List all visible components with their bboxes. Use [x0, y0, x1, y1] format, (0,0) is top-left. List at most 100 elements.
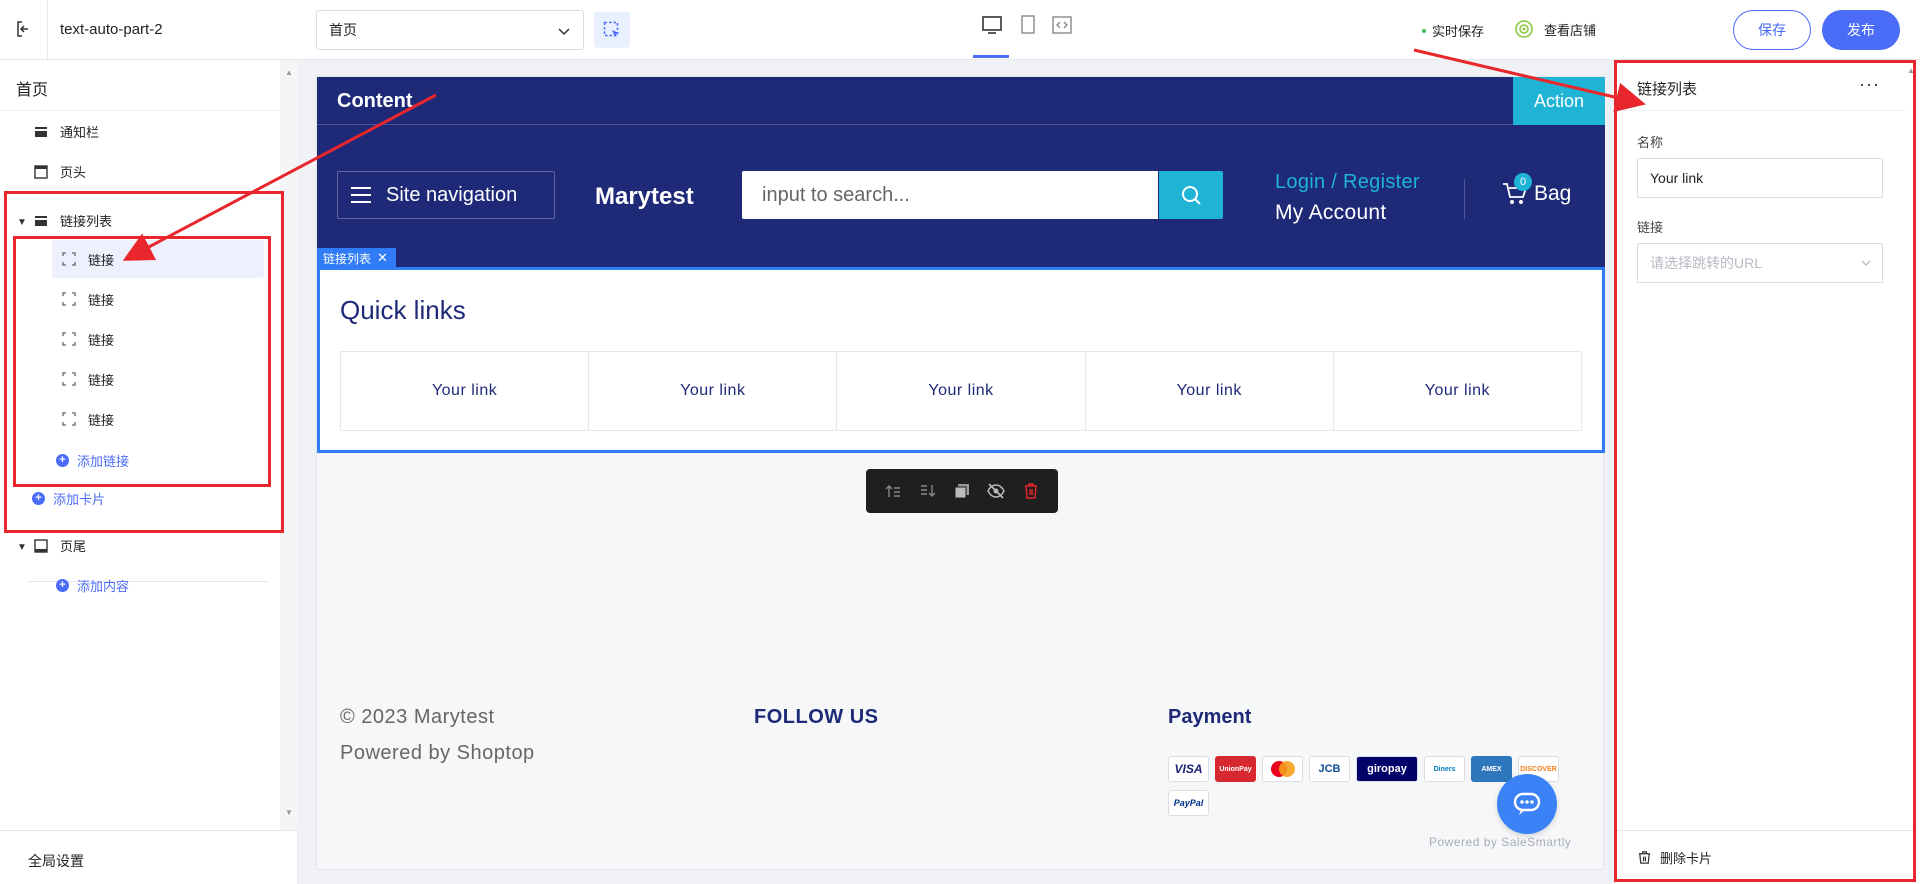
- search-button[interactable]: [1159, 171, 1223, 219]
- sidebar-link-label: 链接: [88, 252, 115, 268]
- add-card-label: 添加卡片: [53, 492, 106, 507]
- trash-icon: [1638, 851, 1651, 864]
- page-preview-canvas: Content Action Site navigation Marytest …: [316, 76, 1605, 870]
- site-navigation-button[interactable]: Site navigation: [337, 171, 555, 219]
- announcement-action-button[interactable]: Action: [1513, 77, 1605, 125]
- jcb-icon: JCB: [1309, 756, 1350, 782]
- store-brand[interactable]: Marytest: [595, 183, 694, 211]
- move-up-icon[interactable]: [881, 479, 905, 503]
- amex-icon: AMEX: [1471, 756, 1512, 782]
- link-list-section[interactable]: Quick links Your link Your link Your lin…: [317, 267, 1605, 453]
- sidebar-link-item-1[interactable]: 链接: [52, 240, 264, 278]
- duplicate-icon[interactable]: [950, 479, 974, 503]
- sidebar-item-footer[interactable]: 页尾: [32, 536, 86, 555]
- quick-link[interactable]: Your link: [341, 352, 590, 430]
- autosave-label: 实时保存: [1432, 24, 1485, 39]
- eye-icon: [1515, 20, 1533, 38]
- code-view-button[interactable]: [1050, 12, 1074, 38]
- dashed-frame-icon: [60, 370, 78, 388]
- caret-down-icon[interactable]: ▼: [17, 542, 27, 553]
- announcement-text: Content: [337, 90, 413, 112]
- exit-editor-button[interactable]: [10, 15, 38, 43]
- announcement-bar[interactable]: Content Action: [317, 77, 1605, 125]
- hide-icon[interactable]: [984, 479, 1008, 503]
- project-name: text-auto-part-2: [60, 21, 163, 38]
- code-icon: [1052, 16, 1072, 34]
- footer-copyright: © 2023 Marytest: [340, 706, 495, 728]
- cart-button[interactable]: 0 Bag: [1502, 173, 1572, 207]
- footer-payment-heading: Payment: [1168, 706, 1252, 728]
- site-nav-label: Site navigation: [386, 183, 518, 206]
- sidebar-item-label: 页尾: [60, 539, 87, 554]
- page-selector-value: 首页: [329, 22, 357, 38]
- name-field-label: 名称: [1637, 135, 1664, 150]
- cursor-select-icon: [603, 21, 619, 37]
- trash-icon[interactable]: [1019, 479, 1043, 503]
- tablet-icon: [1021, 15, 1035, 34]
- sidebar-item-label: 页头: [60, 165, 87, 180]
- search-input[interactable]: input to search...: [742, 171, 1158, 219]
- view-store-label: 查看店铺: [1544, 22, 1597, 38]
- sidebar-link-item-2[interactable]: 链接: [52, 280, 264, 318]
- publish-button[interactable]: 发布: [1822, 10, 1900, 50]
- add-content-button[interactable]: + 添加内容: [56, 576, 129, 595]
- footer-powered-by[interactable]: Powered by Shoptop: [340, 742, 535, 765]
- add-card-button[interactable]: + 添加卡片: [32, 489, 105, 508]
- desktop-view-button[interactable]: [980, 12, 1004, 38]
- sidebar-item-header[interactable]: 页头: [32, 162, 86, 181]
- sidebar-link-item-4[interactable]: 链接: [52, 360, 264, 398]
- selected-block-label: 链接列表: [323, 251, 372, 266]
- search-icon: [1182, 186, 1201, 205]
- delete-card-button[interactable]: 删除卡片: [1615, 830, 1915, 884]
- footer-follow-heading: FOLLOW US: [754, 706, 879, 728]
- active-device-indicator: [973, 55, 1009, 58]
- add-link-button[interactable]: + 添加链接: [56, 451, 129, 470]
- sidebar-link-label: 链接: [88, 292, 115, 308]
- giropay-icon: giropay: [1356, 756, 1418, 782]
- sidebar-item-label: 通知栏: [60, 125, 100, 140]
- move-down-icon[interactable]: [916, 479, 940, 503]
- sidebar-scrollbar[interactable]: ▲ ▼: [280, 60, 298, 830]
- url-select[interactable]: 请选择跳转的URL: [1637, 243, 1883, 283]
- window-icon: [32, 163, 50, 181]
- settings-scrollbar[interactable]: ▲: [1905, 60, 1917, 820]
- quick-links-grid: Your link Your link Your link Your link …: [340, 351, 1582, 431]
- save-button[interactable]: 保存: [1733, 10, 1811, 50]
- window-icon: [32, 537, 50, 555]
- global-settings-button[interactable]: 全局设置: [0, 830, 298, 884]
- login-register-link[interactable]: Login / Register: [1275, 171, 1420, 194]
- dashed-frame-icon: [60, 250, 78, 268]
- more-options-icon[interactable]: ···: [1859, 74, 1880, 95]
- cart-count-badge: 0: [1514, 173, 1532, 191]
- page-selector[interactable]: 首页: [316, 10, 584, 50]
- chevron-down-icon: [1861, 260, 1871, 266]
- store-header[interactable]: Site navigation Marytest input to search…: [317, 125, 1605, 267]
- plus-circle-icon: +: [32, 492, 45, 505]
- tablet-view-button[interactable]: [1016, 12, 1040, 38]
- chat-widget-button[interactable]: [1497, 774, 1557, 834]
- paypal-icon: PayPal: [1168, 790, 1209, 816]
- quick-link[interactable]: Your link: [1334, 352, 1581, 430]
- quick-link[interactable]: Your link: [1086, 352, 1334, 430]
- element-select-tool-button[interactable]: [594, 12, 630, 48]
- sidebar-item-notice-bar[interactable]: 通知栏: [32, 122, 99, 141]
- bag-label: Bag: [1534, 182, 1572, 205]
- close-icon[interactable]: ✕: [377, 250, 388, 266]
- quick-link[interactable]: Your link: [837, 352, 1086, 430]
- sidebar-link-item-5[interactable]: 链接: [52, 400, 264, 438]
- selected-block-tag[interactable]: 链接列表 ✕: [317, 248, 396, 268]
- quick-link[interactable]: Your link: [589, 352, 838, 430]
- sidebar-item-link-list[interactable]: 链接列表: [32, 211, 112, 230]
- block-toolbar: [866, 469, 1058, 513]
- panel-title: 首页: [16, 82, 49, 99]
- caret-down-icon[interactable]: ▼: [17, 217, 27, 228]
- my-account-link[interactable]: My Account: [1275, 201, 1387, 225]
- add-content-label: 添加内容: [77, 579, 130, 594]
- sidebar-link-label: 链接: [88, 332, 115, 348]
- sidebar-link-label: 链接: [88, 412, 115, 428]
- sidebar-link-item-3[interactable]: 链接: [52, 320, 264, 358]
- name-field[interactable]: Your link: [1637, 158, 1883, 198]
- view-store-link[interactable]: 查看店铺: [1514, 19, 1596, 39]
- topbar-divider: [47, 0, 48, 60]
- chat-icon: [1513, 792, 1541, 815]
